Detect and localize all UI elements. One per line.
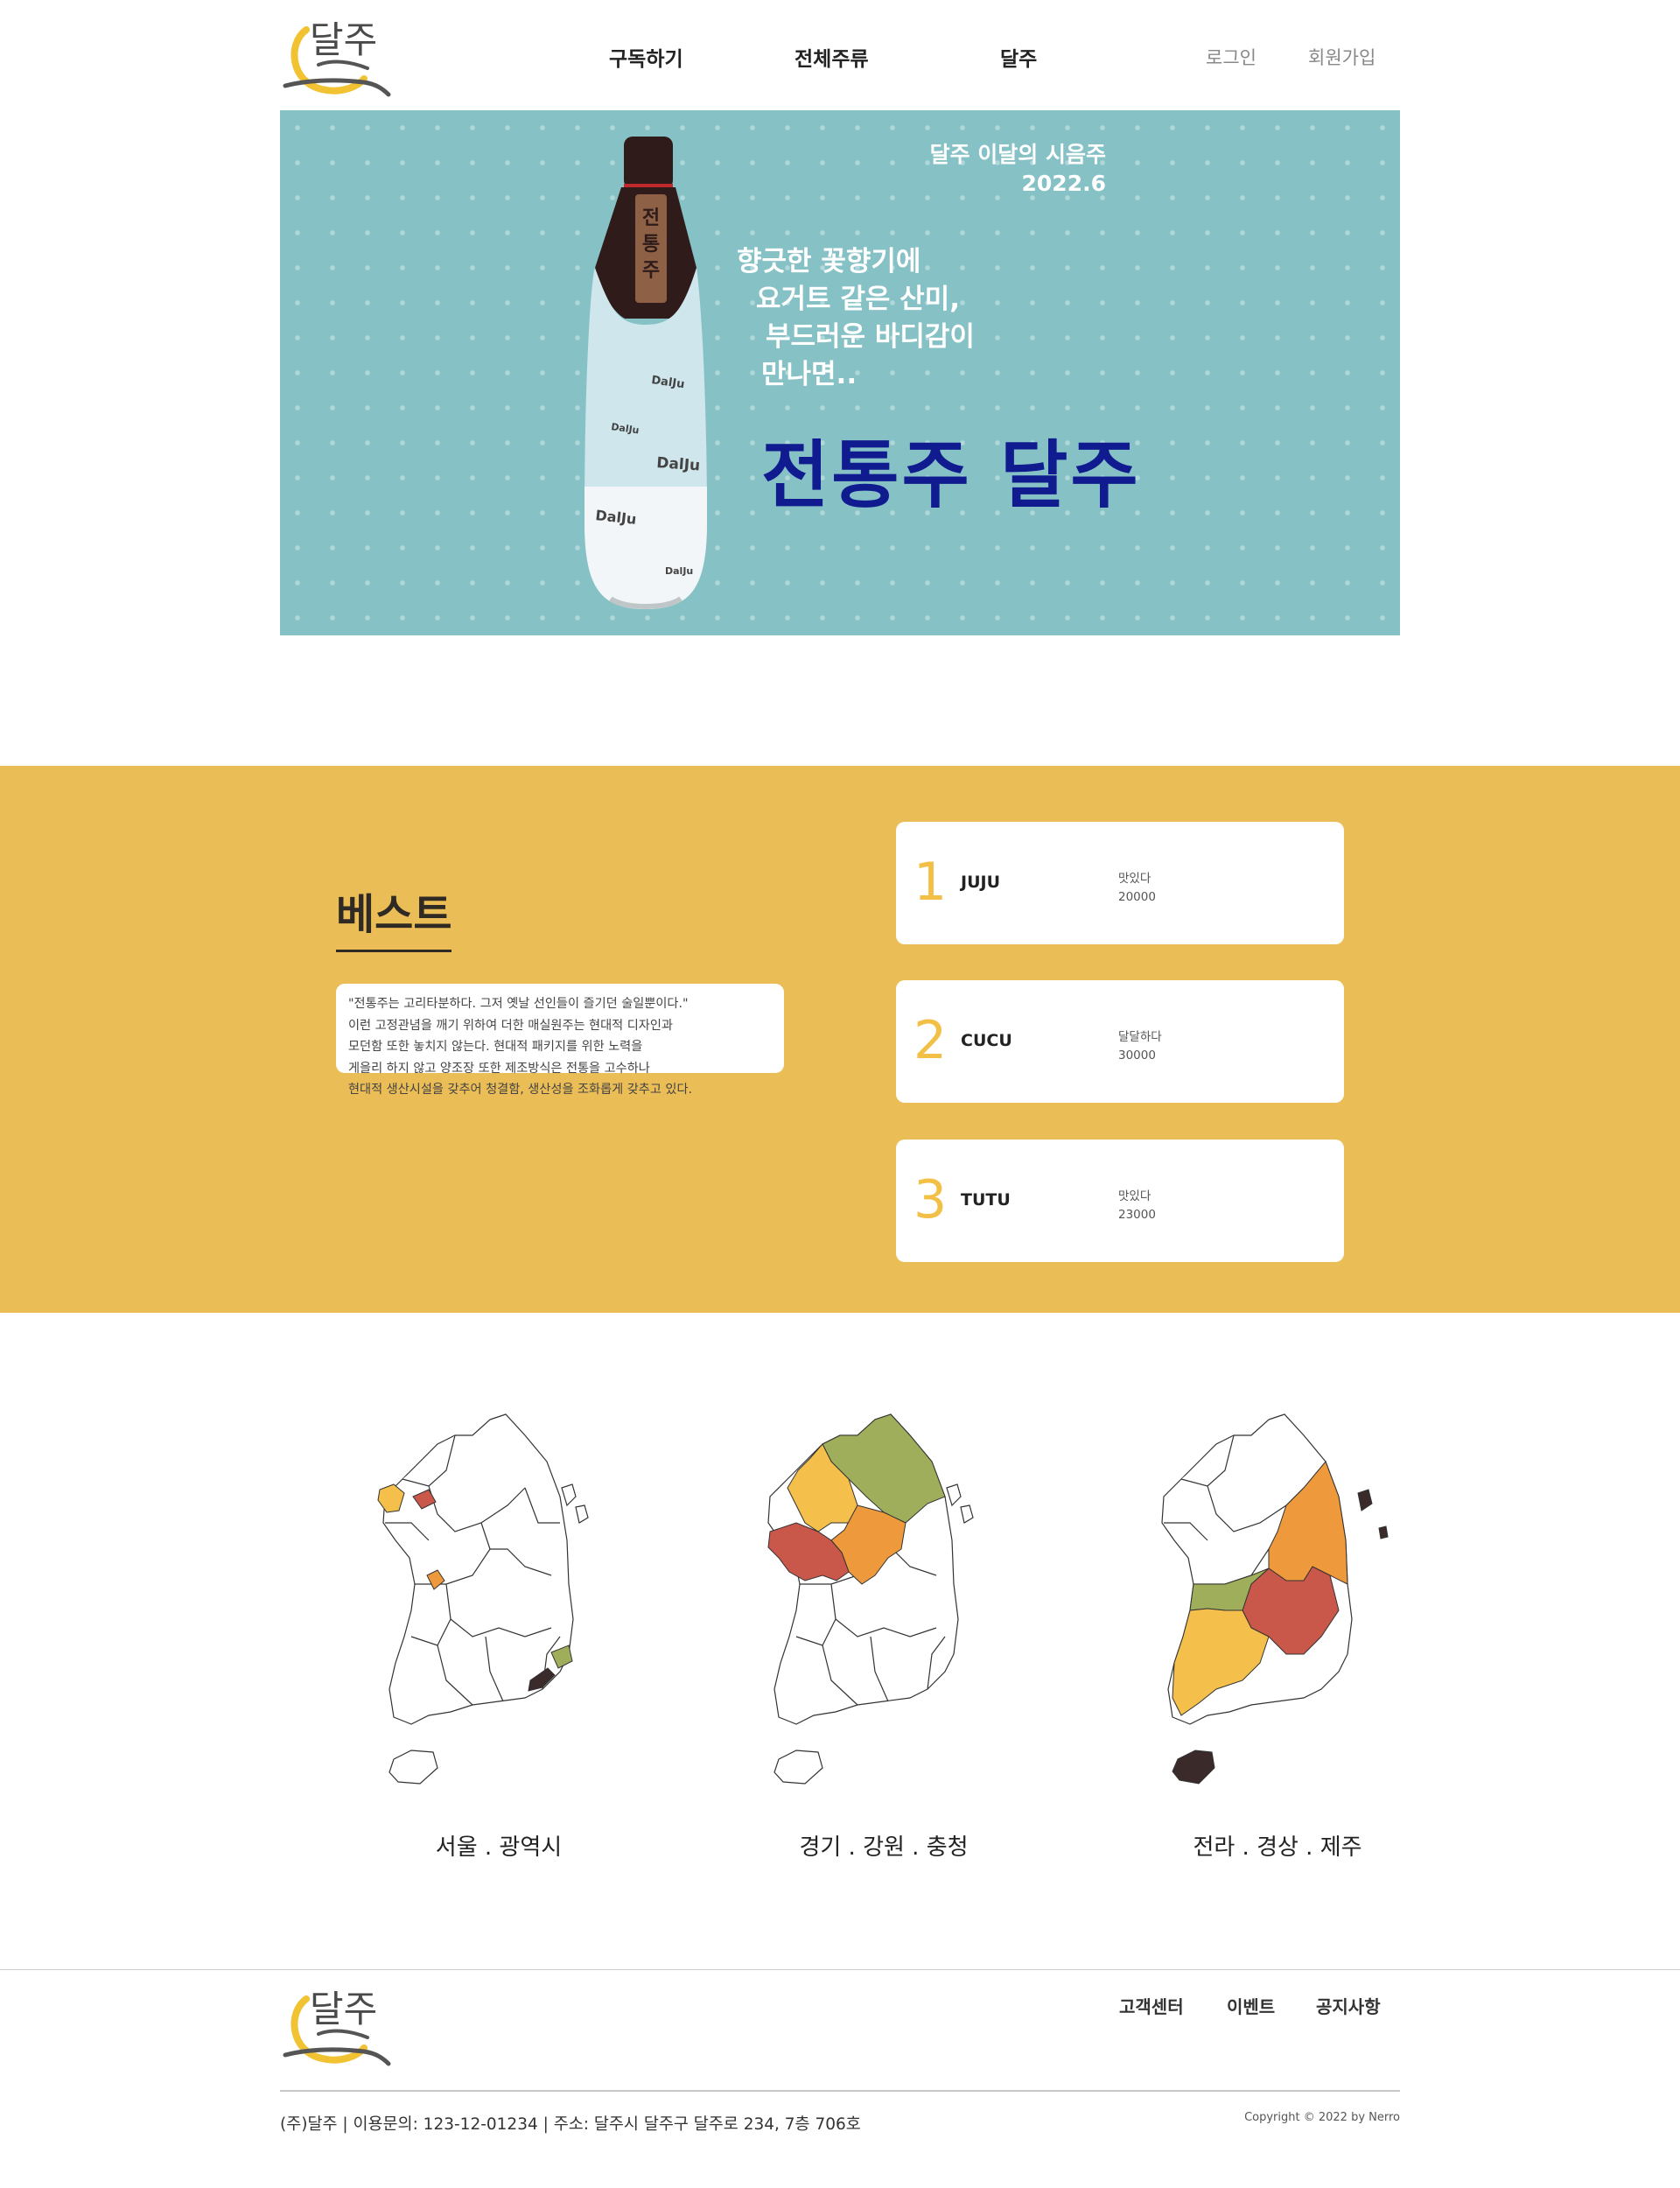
map-seoul-metro[interactable]	[350, 1409, 648, 1812]
best-name: JUJU	[961, 873, 1000, 892]
best-card[interactable]: 3 TUTU 맛있다 23000	[896, 1140, 1344, 1262]
logo-text: 달주	[310, 18, 377, 61]
bottle-illustration: 전 통 주 DalJu DalJu DalJu DalJu DalJu	[584, 137, 707, 609]
site-header: 달주 구독하기 전체주류 달주 로그인 회원가입	[0, 0, 1680, 110]
region-label-jeolla: 전라 . 경상 . 제주	[1193, 1834, 1362, 1861]
best-card[interactable]: 1 JUJU 맛있다 20000	[896, 822, 1344, 944]
hero-meta: 달주 이달의 시음주 2022.6	[930, 140, 1106, 198]
footer-logo-text: 달주	[310, 1988, 377, 2030]
best-price: 20000	[1118, 890, 1156, 904]
footer-logo[interactable]: 달주	[280, 1980, 394, 2067]
bottle-label-5: DalJu	[665, 565, 693, 577]
copyright: Copyright © 2022 by Nerro	[1244, 2111, 1400, 2124]
hero-copy-line: 요거트 같은 산미,	[756, 284, 961, 315]
footer-divider	[0, 1969, 1680, 1970]
hero-brand: 전통주 달주	[761, 432, 1141, 518]
best-taste-text: 맛있다	[1118, 872, 1152, 886]
nav-all-liquor[interactable]: 전체주류	[794, 42, 869, 72]
footer-rule	[280, 2090, 1400, 2092]
best-description-line: 현대적 생산시설을 갖추어 청결함, 생산성을 조화롭게 갖추고 있다.	[348, 1083, 693, 1097]
company-info: (주)달주 | 이용문의: 123-12-01234 | 주소: 달주시 달주구…	[280, 2115, 861, 2134]
best-taste: 맛있다 23000	[1118, 1188, 1156, 1224]
best-description-line: 이런 고정관념을 깨기 위하여 더한 매실원주는 현대적 디자인과	[348, 1018, 673, 1033]
best-title: 베스트	[336, 880, 452, 952]
region-label-gyeonggi: 경기 . 강원 . 충청	[799, 1834, 969, 1861]
region-label-seoul: 서울 . 광역시	[435, 1834, 563, 1861]
bottle-tag-text-3: 주	[642, 260, 660, 282]
best-taste-text: 맛있다	[1118, 1189, 1152, 1203]
hero-copy-line: 만나면..	[761, 359, 858, 390]
map-jeolla-gyeongsang-jeju[interactable]	[1129, 1409, 1426, 1812]
footer-link-event[interactable]: 이벤트	[1227, 1993, 1275, 2018]
best-taste: 맛있다 20000	[1118, 870, 1156, 907]
best-rank: 3	[914, 1169, 948, 1231]
nav-dalju[interactable]: 달주	[1000, 42, 1037, 72]
hero-meta-title: 달주 이달의 시음주	[929, 142, 1106, 167]
best-rank: 2	[914, 1010, 948, 1071]
footer-link-notice[interactable]: 공지사항	[1316, 1993, 1381, 2018]
best-card[interactable]: 2 CUCU 달달하다 30000	[896, 980, 1344, 1103]
best-section: 베스트 "전통주는 고리타분하다. 그저 옛날 선인들이 즐기던 술일뿐이다."…	[0, 766, 1680, 1313]
map-gyeonggi-gangwon-chungcheong[interactable]	[735, 1409, 1032, 1812]
footer-link-support[interactable]: 고객센터	[1119, 1993, 1184, 2018]
login-link[interactable]: 로그인	[1206, 44, 1256, 70]
bottle-tag-text: 전	[642, 207, 660, 229]
logo[interactable]: 달주	[280, 11, 394, 98]
hero-copy-line: 향긋한 꽃향기에	[737, 246, 921, 277]
bottle-label-3: DalJu	[656, 454, 701, 474]
best-name: CUCU	[961, 1031, 1012, 1050]
best-description-line: 모던함 또한 놓치지 않는다. 현대적 패키지를 위한 노력을	[348, 1040, 643, 1054]
best-price: 30000	[1118, 1048, 1156, 1062]
hero-copy-line: 부드러운 바디감이	[766, 321, 975, 353]
bottle-tag-text-2: 통	[642, 234, 660, 256]
best-taste: 달달하다 30000	[1118, 1028, 1162, 1065]
hero-meta-date: 2022.6	[1021, 171, 1106, 196]
best-description: "전통주는 고리타분하다. 그저 옛날 선인들이 즐기던 술일뿐이다." 이런 …	[336, 984, 784, 1097]
best-description-line: "전통주는 고리타분하다. 그저 옛날 선인들이 즐기던 술일뿐이다."	[348, 997, 689, 1011]
nav-subscribe[interactable]: 구독하기	[609, 42, 683, 72]
best-rank: 1	[914, 852, 948, 913]
best-name: TUTU	[961, 1190, 1011, 1210]
best-description-line: 게을리 하지 않고 양조장 또한 제조방식은 전통을 고수하나	[348, 1061, 650, 1076]
hero-copy: 향긋한 꽃향기에 요거트 같은 산미, 부드러운 바디감이 만나면..	[737, 243, 975, 394]
signup-link[interactable]: 회원가입	[1308, 44, 1376, 70]
best-price: 23000	[1118, 1208, 1156, 1222]
best-taste-text: 달달하다	[1118, 1030, 1162, 1044]
hero-banner: 전 통 주 DalJu DalJu DalJu DalJu DalJu 달주 이…	[280, 110, 1400, 635]
